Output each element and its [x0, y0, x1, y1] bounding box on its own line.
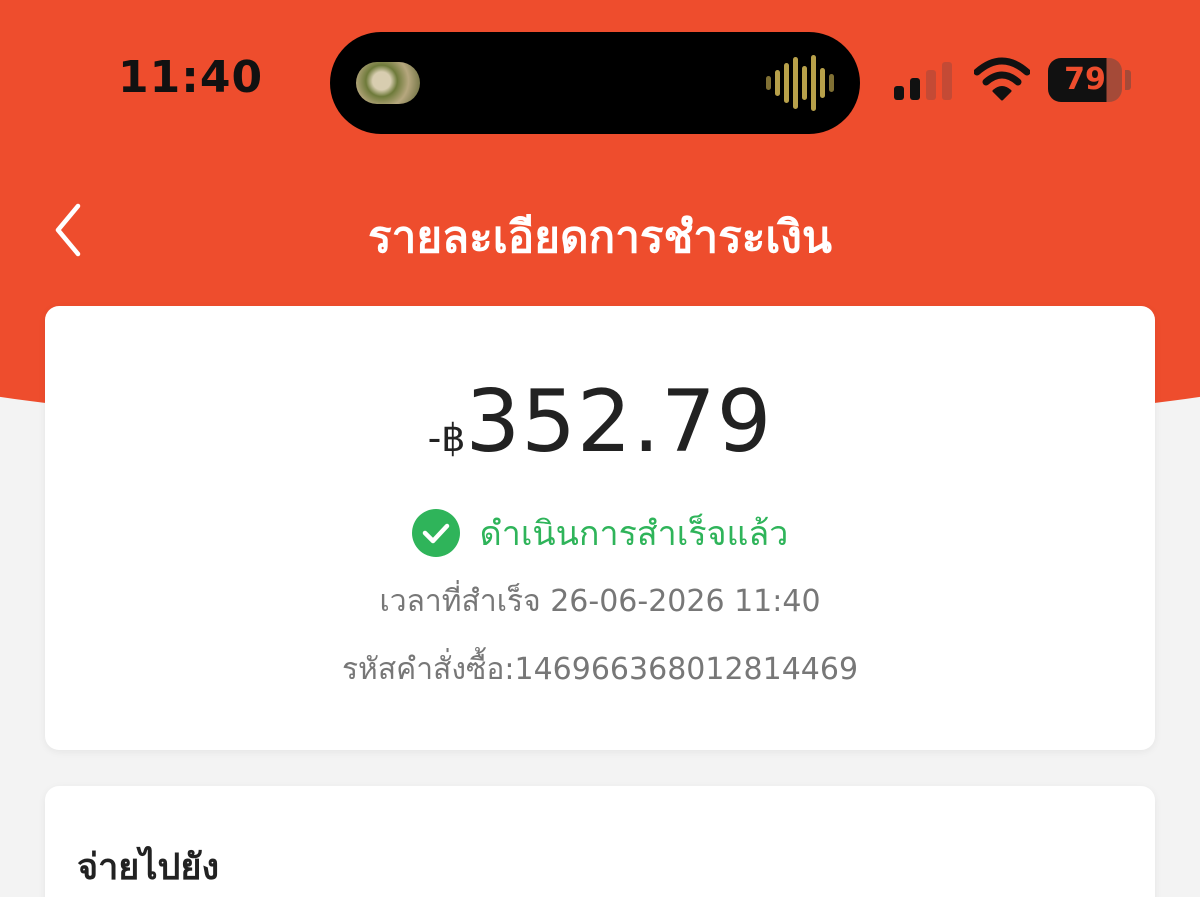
amount-currency-prefix: -฿ — [427, 416, 466, 460]
battery-level: 79 — [1064, 62, 1106, 97]
payment-status: ดำเนินการสำเร็จแล้ว — [45, 506, 1155, 560]
cellular-signal-icon — [894, 60, 952, 100]
dynamic-island[interactable] — [330, 32, 860, 134]
success-check-icon — [411, 509, 460, 557]
status-bar-time: 11:40 — [118, 52, 264, 103]
payment-summary-card: -฿352.79 ดำเนินการสำเร็จแล้ว เวลาที่สำเร… — [45, 306, 1155, 750]
chevron-left-icon — [55, 203, 81, 257]
pay-to-card: จ่ายไปยัง — [45, 786, 1155, 897]
payment-amount: -฿352.79 — [45, 372, 1155, 472]
order-id[interactable]: รหัสคำสั่งซื้อ:146966368012814469 — [45, 646, 1155, 693]
status-text: ดำเนินการสำเร็จแล้ว — [479, 514, 789, 554]
now-playing-thumbnail — [356, 62, 420, 104]
amount-value: 352.79 — [465, 372, 773, 472]
battery-icon: 79 — [1048, 58, 1122, 102]
back-button[interactable] — [40, 192, 110, 268]
pay-to-title: จ่ายไปยัง — [77, 847, 220, 888]
battery-cap — [1125, 70, 1131, 90]
payment-detail-screen: 11:40 79 รายละเอียดการชำระเงิน -฿352.79 … — [0, 0, 1200, 897]
completed-time: เวลาที่สำเร็จ 26-06-2026 11:40 — [379, 584, 821, 619]
page-title: รายละเอียดการชำระเงิน — [368, 212, 832, 263]
audio-waveform-icon — [766, 54, 834, 112]
wifi-icon — [974, 57, 1030, 101]
